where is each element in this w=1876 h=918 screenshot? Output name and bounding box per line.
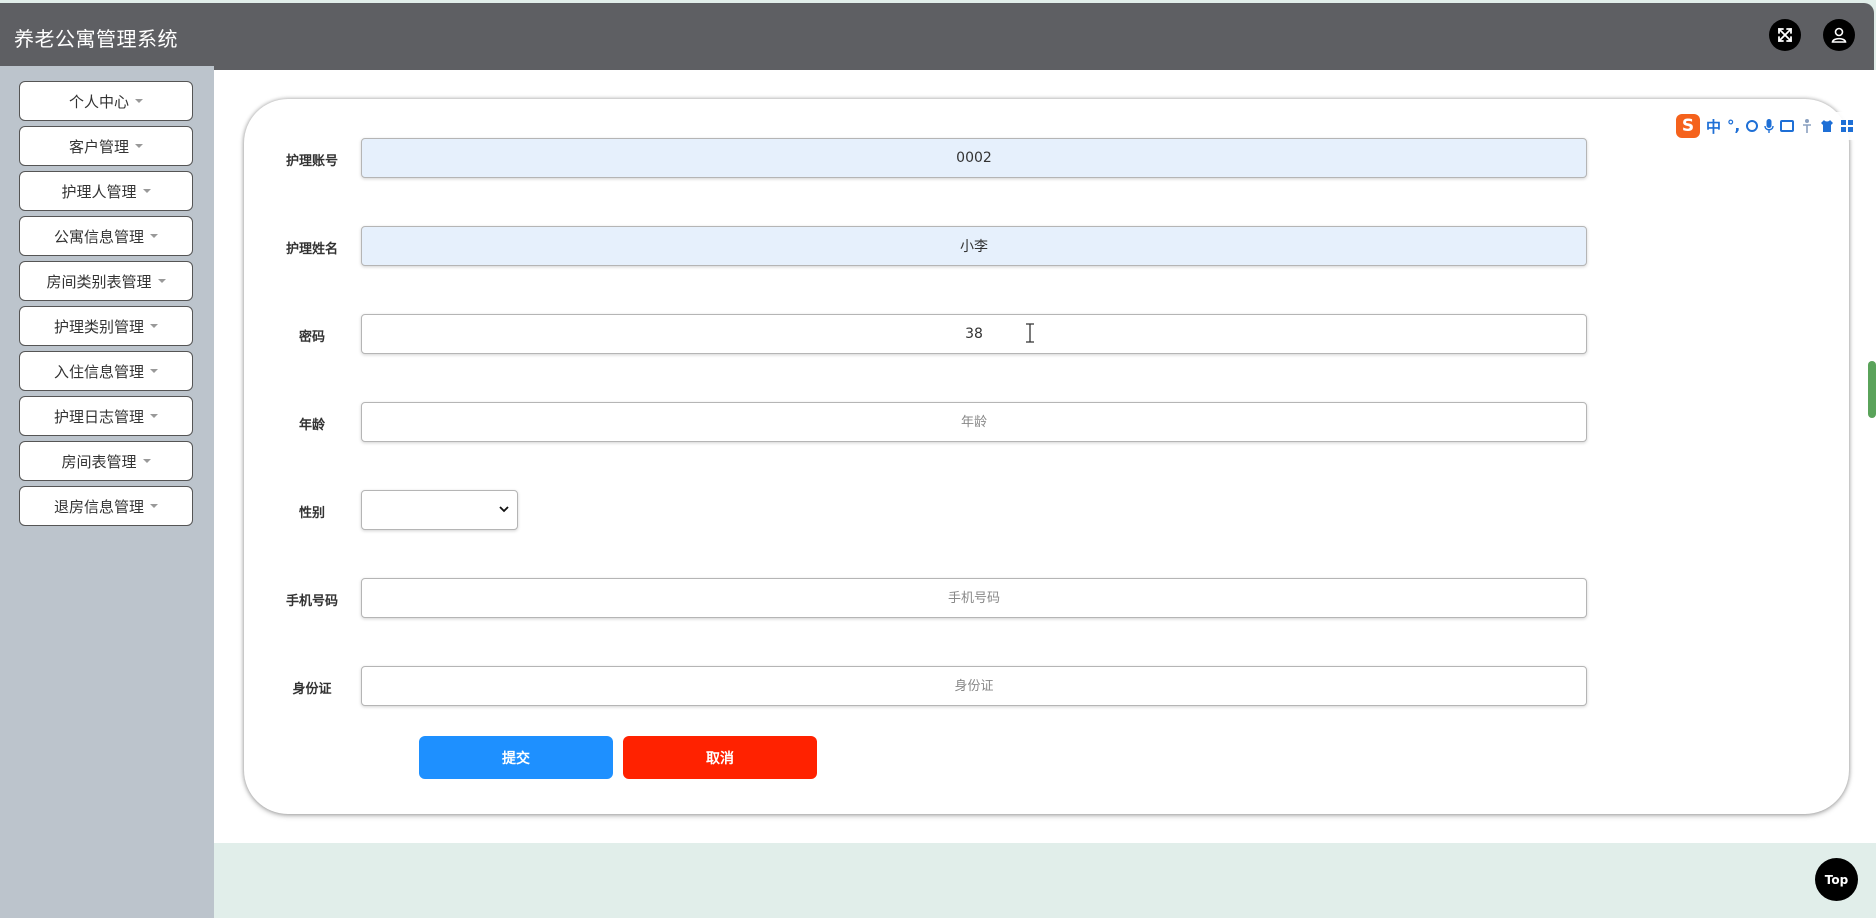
cancel-button[interactable]: 取消 (623, 736, 817, 779)
user-button[interactable] (1823, 19, 1855, 51)
ime-punctuation[interactable]: °, (1727, 117, 1740, 135)
microphone-icon[interactable] (1764, 118, 1774, 134)
app-title: 养老公寓管理系统 (14, 27, 178, 51)
sidebar-item-apartments[interactable]: 公寓信息管理 (19, 216, 193, 256)
password-label: 密码 (298, 330, 325, 345)
gender-label: 性别 (298, 506, 325, 521)
age-field[interactable] (361, 402, 1587, 442)
name-field[interactable] (361, 226, 1587, 266)
sidebar-item-customers[interactable]: 客户管理 (19, 126, 193, 166)
caret-down-icon (150, 504, 158, 508)
user-icon (1831, 27, 1847, 43)
sidebar-item-care-categories[interactable]: 护理类别管理 (19, 306, 193, 346)
ime-mode[interactable]: 中 (1706, 116, 1721, 137)
age-label: 年龄 (298, 418, 325, 433)
sidebar-item-personal-center[interactable]: 个人中心 (19, 81, 193, 121)
scrollbar-thumb[interactable] (1868, 361, 1876, 418)
accessibility-icon[interactable] (1800, 118, 1814, 134)
caret-down-icon (150, 234, 158, 238)
text-cursor-icon (1026, 323, 1034, 343)
submit-button[interactable]: 提交 (419, 736, 613, 779)
caret-down-icon (142, 189, 151, 193)
sidebar-item-checkout[interactable]: 退房信息管理 (19, 486, 193, 526)
account-label: 护理账号 (285, 154, 338, 169)
caret-down-icon (150, 369, 158, 373)
name-label: 护理姓名 (285, 242, 338, 257)
idcard-label: 身份证 (292, 682, 332, 697)
sidebar-item-checkin[interactable]: 入住信息管理 (19, 351, 193, 391)
toolbox-icon[interactable] (1840, 119, 1854, 133)
ime-logo[interactable]: S (1676, 114, 1700, 138)
back-to-top-button[interactable]: Top (1815, 858, 1858, 901)
caret-down-icon (150, 414, 158, 418)
form-card (244, 99, 1849, 814)
caret-down-icon (142, 459, 151, 463)
password-field[interactable] (361, 314, 1587, 354)
phone-label: 手机号码 (285, 594, 338, 609)
ime-toolbar[interactable]: S 中 °, (1676, 112, 1876, 140)
fullscreen-button[interactable] (1769, 19, 1801, 51)
caret-down-icon (157, 279, 166, 283)
emoji-icon[interactable] (1746, 120, 1759, 132)
sidebar-item-caregivers[interactable]: 护理人管理 (19, 171, 193, 211)
caret-down-icon (135, 99, 143, 103)
top-header: 养老公寓管理系统 (0, 3, 1874, 70)
sidebar-item-rooms[interactable]: 房间表管理 (19, 441, 193, 481)
phone-field[interactable] (361, 578, 1587, 618)
keyboard-icon[interactable] (1780, 120, 1795, 132)
sidebar-item-care-logs[interactable]: 护理日志管理 (19, 396, 193, 436)
chevron-down-icon (499, 506, 509, 513)
idcard-field[interactable] (361, 666, 1587, 706)
expand-icon (1778, 28, 1792, 42)
caret-down-icon (150, 324, 158, 328)
account-field[interactable] (361, 138, 1587, 178)
caret-down-icon (135, 144, 143, 148)
gender-select[interactable] (361, 490, 518, 530)
sidebar: 个人中心 客户管理 护理人管理 公寓信息管理 房间类别表管理 护理类别管理 入住… (0, 66, 214, 918)
skin-icon[interactable] (1820, 119, 1834, 133)
sidebar-item-room-categories[interactable]: 房间类别表管理 (19, 261, 193, 301)
